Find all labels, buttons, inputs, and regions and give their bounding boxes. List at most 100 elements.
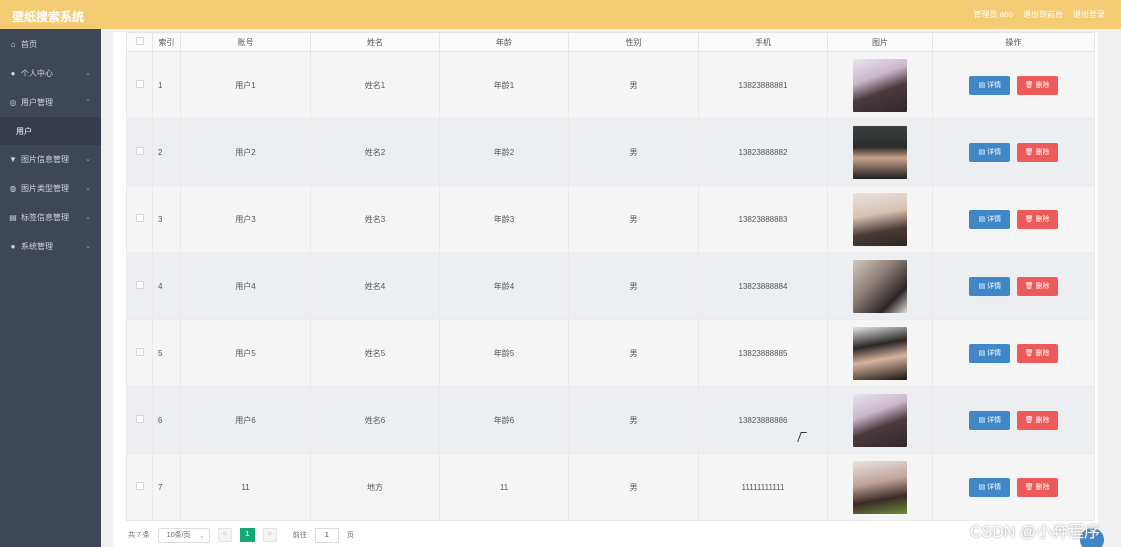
table-row: 5 用户5 姓名5 年龄5 男 13823888885 ▤ 详情 🗑 删除: [126, 319, 1095, 387]
sidebar-item-home[interactable]: ⌂ 首页: [0, 30, 101, 59]
home-icon: ⌂: [10, 40, 16, 49]
sidebar-item-label: 用户管理: [21, 98, 53, 107]
col-account: 账号: [180, 32, 311, 52]
user-photo[interactable]: [853, 192, 907, 246]
row-checkbox[interactable]: [126, 386, 153, 454]
chevron-down-icon: ⌄: [85, 185, 91, 192]
sidebar-item-profile[interactable]: ● 个人中心 ⌄: [0, 59, 101, 88]
row-checkbox[interactable]: [126, 118, 153, 186]
table-row: 2 用户2 姓名2 年龄2 男 13823888882 ▤ 详情 🗑 删除: [126, 118, 1095, 186]
cell-gender: 男: [568, 51, 699, 119]
delete-button[interactable]: 🗑 删除: [1016, 410, 1058, 430]
cell-account: 用户3: [180, 185, 311, 253]
sidebar-item-tags[interactable]: ▤ 标签信息管理 ⌄: [0, 203, 101, 232]
detail-button[interactable]: ▤ 详情: [969, 343, 1011, 363]
cell-age: 年龄1: [439, 51, 569, 119]
sidebar-item-image-info[interactable]: ▼ 图片信息管理 ⌄: [0, 145, 101, 174]
table-row: 4 用户4 姓名4 年龄4 男 13823888884 ▤ 详情 🗑 删除: [126, 252, 1095, 320]
next-page-button[interactable]: >: [262, 528, 277, 542]
delete-button[interactable]: 🗑 删除: [1016, 75, 1058, 95]
chevron-down-icon: ⌄: [85, 70, 91, 77]
cell-image: [827, 252, 933, 320]
cell-phone: 11111111111: [698, 453, 828, 521]
select-all-checkbox[interactable]: [126, 32, 153, 52]
detail-button[interactable]: ▤ 详情: [969, 276, 1011, 296]
cell-index: 4: [152, 252, 181, 320]
cell-index: 1: [152, 51, 181, 119]
cell-gender: 男: [568, 319, 699, 387]
cell-name: 姓名4: [310, 252, 440, 320]
detail-button[interactable]: ▤ 详情: [969, 209, 1011, 229]
detail-button[interactable]: ▤ 详情: [969, 477, 1011, 497]
detail-button[interactable]: ▤ 详情: [969, 142, 1011, 162]
top-header: 壁纸搜索系统 管理员 abo 退出到前台 退出登录: [0, 0, 1121, 29]
user-photo[interactable]: [853, 58, 907, 112]
cell-account: 用户6: [180, 386, 311, 454]
user-photo[interactable]: [853, 259, 907, 313]
go-frontend-link[interactable]: 退出到前台: [1023, 9, 1063, 20]
page-suffix: 页: [346, 532, 354, 539]
col-phone: 手机: [698, 32, 828, 52]
delete-button[interactable]: 🗑 删除: [1016, 142, 1058, 162]
chevron-down-icon: ⌄: [198, 532, 205, 540]
cell-phone: 13823888884: [698, 252, 828, 320]
delete-button[interactable]: 🗑 删除: [1016, 276, 1058, 296]
table-row: 7 11 地方 11 男 11111111111 ▤ 详情 🗑 删除: [126, 453, 1095, 521]
cell-index: 7: [152, 453, 181, 521]
chevron-down-icon: ⌄: [85, 156, 91, 163]
cell-index: 2: [152, 118, 181, 186]
cell-phone: 13823888882: [698, 118, 828, 186]
delete-button[interactable]: 🗑 删除: [1016, 477, 1058, 497]
logout-link[interactable]: 退出登录: [1073, 9, 1105, 20]
cell-image: [827, 185, 933, 253]
sidebar-item-image-type[interactable]: ◍ 图片类型管理 ⌄: [0, 174, 101, 203]
total-count: 共 7 条: [128, 532, 150, 539]
delete-button[interactable]: 🗑 删除: [1016, 209, 1058, 229]
cell-gender: 男: [568, 185, 699, 253]
admin-user-link[interactable]: 管理员 abo: [973, 9, 1013, 20]
row-checkbox[interactable]: [126, 319, 153, 387]
system-icon: ●: [10, 242, 16, 251]
user-photo[interactable]: [853, 326, 907, 380]
col-gender: 性别: [568, 32, 699, 52]
user-photo[interactable]: [853, 125, 907, 179]
cell-gender: 男: [568, 453, 699, 521]
prev-page-button[interactable]: <: [217, 528, 232, 542]
sidebar-item-user-manage[interactable]: ◎ 用户管理 ⌃: [0, 88, 101, 117]
image-info-icon: ▼: [9, 155, 17, 164]
cell-account: 用户2: [180, 118, 311, 186]
page-size-select[interactable]: 10条/页 ⌄: [157, 527, 210, 543]
row-checkbox[interactable]: [126, 252, 153, 320]
cell-image: [827, 118, 933, 186]
user-photo[interactable]: [853, 393, 907, 447]
cell-phone: 13823888885: [698, 319, 828, 387]
detail-button[interactable]: ▤ 详情: [969, 75, 1011, 95]
sidebar-subitem-users[interactable]: 用户: [0, 117, 101, 145]
col-index: 索引: [152, 32, 181, 52]
row-checkbox[interactable]: [126, 453, 153, 521]
cell-account: 用户4: [180, 252, 311, 320]
goto-page-input[interactable]: 1: [314, 527, 339, 543]
cell-phone: 13823888886: [698, 386, 828, 454]
cell-name: 姓名1: [310, 51, 440, 119]
cell-name: 姓名3: [310, 185, 440, 253]
delete-button[interactable]: 🗑 删除: [1016, 343, 1058, 363]
goto-label: 前往: [292, 532, 307, 539]
sidebar-item-label: 个人中心: [21, 69, 53, 78]
cell-account: 用户5: [180, 319, 311, 387]
cell-name: 姓名5: [310, 319, 440, 387]
chevron-down-icon: ⌄: [85, 214, 91, 221]
cell-age: 年龄2: [439, 118, 569, 186]
detail-button[interactable]: ▤ 详情: [969, 410, 1011, 430]
user-icon: ●: [10, 69, 16, 78]
sidebar-item-system[interactable]: ● 系统管理 ⌄: [0, 232, 101, 261]
cell-phone: 13823888883: [698, 185, 828, 253]
table-row: 6 用户6 姓名6 年龄6 男 13823888886 ▤ 详情 🗑 删除: [126, 386, 1095, 454]
row-checkbox[interactable]: [126, 51, 153, 119]
page-number-current[interactable]: 1: [239, 528, 255, 542]
sidebar-item-label: 首页: [21, 40, 37, 49]
row-checkbox[interactable]: [126, 185, 153, 253]
chevron-up-icon: ⌃: [85, 99, 91, 106]
user-photo[interactable]: [853, 460, 907, 514]
col-age: 年龄: [439, 32, 569, 52]
